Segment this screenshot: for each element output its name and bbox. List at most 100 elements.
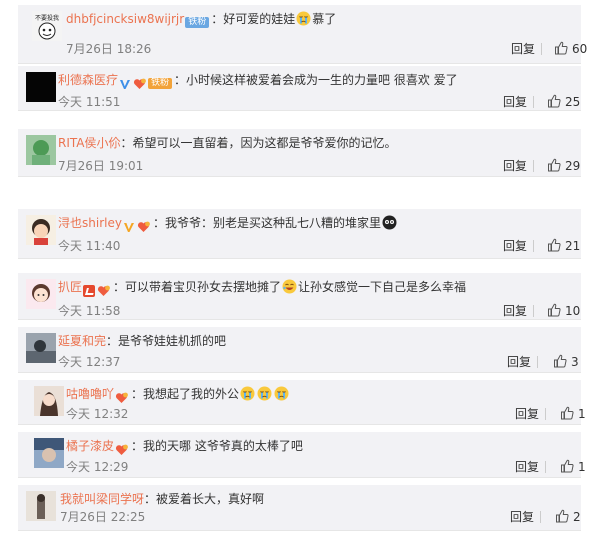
like-button[interactable]: 10 xyxy=(547,303,580,319)
commenter-name[interactable]: 扒匠 xyxy=(58,280,82,294)
laugh-cry-emoji-icon xyxy=(282,279,297,294)
colon-separator: ： xyxy=(152,216,165,230)
comment-text: 希望可以一直留着，因为这都是爷爷爱你的记忆。 xyxy=(132,136,397,150)
comment-item: 延夏和完：是爷爷娃娃机抓的吧今天 12:37 回复 3 xyxy=(18,327,581,373)
commenter-name[interactable]: 橘子漆皮 xyxy=(66,439,114,453)
commenter-name[interactable]: RITA侯小伱 xyxy=(58,136,121,150)
like-count: 1 xyxy=(578,460,586,474)
reply-button[interactable]: 回复 xyxy=(503,238,527,254)
like-count: 1 xyxy=(578,407,586,421)
like-button[interactable]: 29 xyxy=(547,158,580,174)
like-button[interactable]: 21 xyxy=(547,238,580,254)
like-count: 25 xyxy=(565,95,581,109)
thumbs-up-icon xyxy=(561,459,574,473)
comment-time: 今天 11:58 xyxy=(58,304,121,318)
reply-button[interactable]: 回复 xyxy=(503,158,527,174)
colon-separator: ： xyxy=(113,280,126,294)
avatar[interactable] xyxy=(26,135,56,165)
crying-emoji-icon xyxy=(240,386,255,401)
thumbs-up-icon xyxy=(556,509,569,523)
comment-item: 不要投我 dhbfjcincksiw8wijrjr 铁粉 ：好可爱的娃娃 慕了 7月26日… xyxy=(18,5,587,64)
member-badge-icon xyxy=(83,284,96,297)
action-divider xyxy=(540,511,541,523)
heart-badge-icon xyxy=(137,221,150,232)
comment-item: 扒匠 ：可以带着宝贝孙女去摆地摊了 让孙女感觉一下自己是多么幸福今天 11:58 回复… xyxy=(18,273,581,320)
crying-emoji-icon xyxy=(257,386,272,401)
reply-button[interactable]: 回复 xyxy=(511,41,535,57)
colon-separator: ： xyxy=(211,12,224,26)
comment-time: 7月26日 19:01 xyxy=(58,159,144,173)
thumbs-up-icon xyxy=(548,303,561,317)
avatar[interactable] xyxy=(26,279,56,309)
comment-text-tail: 让孙女感觉一下自己是多么幸福 xyxy=(298,280,467,294)
like-count: 29 xyxy=(565,159,581,173)
heart-badge-icon xyxy=(97,285,110,296)
like-button[interactable]: 1 xyxy=(560,459,586,475)
colon-separator: ： xyxy=(144,492,157,506)
comment-item: 咕嚕嚕吖 ：我想起了我的外公 今天 12:32 回复 1 xyxy=(18,380,586,425)
like-count: 60 xyxy=(572,42,588,56)
comment-item: 浔也shirley ：我爷爷：别老是买这种乱七八糟的堆家里今天 11:40 回复 21 xyxy=(18,209,581,259)
colon-separator: ： xyxy=(106,334,119,348)
svg-text:不要投我: 不要投我 xyxy=(35,14,59,22)
like-button[interactable]: 3 xyxy=(553,354,579,370)
comment-text: 是爷爷娃娃机抓的吧 xyxy=(118,334,227,348)
reply-button[interactable]: 回复 xyxy=(503,303,527,319)
comment-time: 今天 12:37 xyxy=(58,355,121,369)
reply-button[interactable]: 回复 xyxy=(515,406,539,422)
action-divider xyxy=(545,461,546,473)
verified-v-icon xyxy=(123,222,134,232)
comment-text-tail: 慕了 xyxy=(312,12,337,26)
user-badges xyxy=(115,389,130,405)
commenter-name[interactable]: dhbfjcincksiw8wijrjr xyxy=(66,12,184,26)
avatar[interactable] xyxy=(26,215,56,245)
reply-button[interactable]: 回复 xyxy=(503,94,527,110)
reply-button[interactable]: 回复 xyxy=(507,354,531,370)
avatar[interactable] xyxy=(26,72,56,102)
commenter-name[interactable]: 咕嚕嚕吖 xyxy=(66,387,114,401)
like-button[interactable]: 1 xyxy=(560,406,586,422)
action-divider xyxy=(533,160,534,172)
avatar[interactable] xyxy=(34,386,64,416)
dark-face-emoji-icon xyxy=(382,215,397,230)
heart-badge-icon xyxy=(115,392,128,403)
reply-button[interactable]: 回复 xyxy=(515,459,539,475)
like-count: 2 xyxy=(573,510,581,524)
avatar[interactable]: 不要投我 xyxy=(32,11,62,41)
avatar[interactable] xyxy=(26,333,56,363)
fans-badge: 铁粉 xyxy=(148,78,173,89)
like-button[interactable]: 60 xyxy=(554,41,587,57)
commenter-name[interactable]: 延夏和完 xyxy=(58,334,106,348)
action-divider xyxy=(533,96,534,108)
thumbs-up-icon xyxy=(555,41,568,55)
comment-text: 好可爱的娃娃 xyxy=(223,12,296,26)
action-divider xyxy=(541,43,542,55)
comment-time: 今天 12:32 xyxy=(66,407,129,421)
colon-separator: ： xyxy=(131,439,144,453)
action-divider xyxy=(537,356,538,368)
commenter-name[interactable]: 浔也shirley xyxy=(58,216,122,230)
like-button[interactable]: 2 xyxy=(555,509,581,525)
reply-button[interactable]: 回复 xyxy=(510,509,534,525)
comment-time: 今天 11:51 xyxy=(58,95,121,109)
comment-text: 我爷爷：别老是买这种乱七八糟的堆家里 xyxy=(164,216,381,230)
avatar[interactable] xyxy=(26,491,56,521)
comment-text: 可以带着宝贝孙女去摆地摊了 xyxy=(125,280,282,294)
action-divider xyxy=(533,240,534,252)
commenter-name[interactable]: 我就叫梁同学呀 xyxy=(60,492,144,506)
thumbs-up-icon xyxy=(548,238,561,252)
action-divider xyxy=(533,305,534,317)
colon-separator: ： xyxy=(174,73,187,87)
colon-separator: ： xyxy=(120,136,133,150)
crying-emoji-icon xyxy=(274,386,289,401)
thumbs-up-icon xyxy=(548,158,561,172)
like-button[interactable]: 25 xyxy=(547,94,580,110)
comment-time: 7月26日 22:25 xyxy=(60,510,146,524)
avatar[interactable] xyxy=(34,438,64,468)
like-count: 3 xyxy=(571,355,579,369)
comment-text: 我的天哪 这爷爷真的太棒了吧 xyxy=(143,439,303,453)
commenter-name[interactable]: 利德森医疗 xyxy=(58,73,118,87)
comment-time: 今天 11:40 xyxy=(58,239,121,253)
comment-text: 被爱着长大，真好啊 xyxy=(156,492,265,506)
heart-badge-icon xyxy=(115,444,128,455)
